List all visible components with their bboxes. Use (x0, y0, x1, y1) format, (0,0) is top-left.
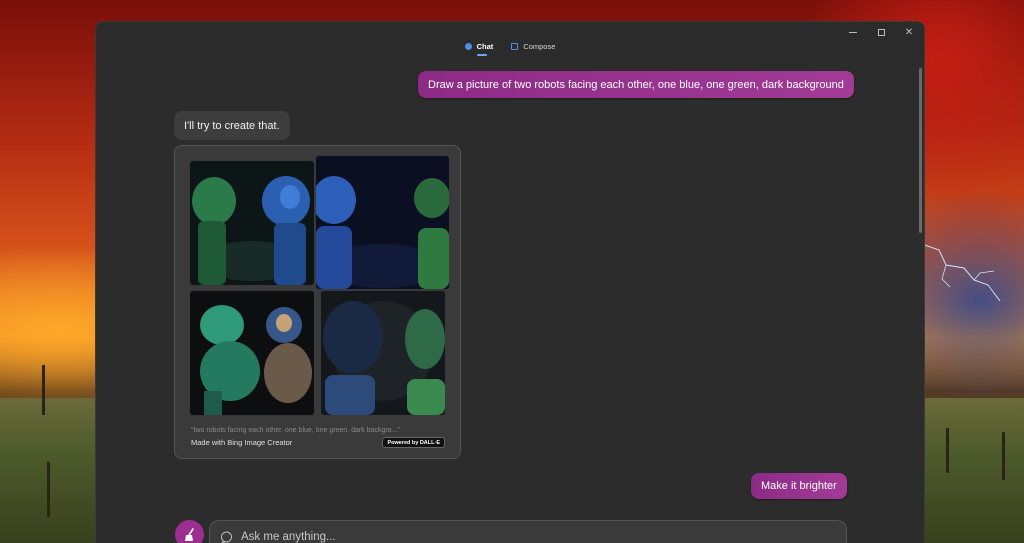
title-bar: Chat Compose ✕ (96, 22, 924, 62)
chat-input-box[interactable] (209, 520, 847, 543)
fence-post (47, 462, 50, 517)
minimize-icon (849, 31, 857, 33)
dalle-badge: Powered by DALL·E (382, 437, 445, 448)
fence-post (946, 428, 949, 473)
bot-message-bubble: I'll try to create that. (174, 111, 290, 140)
compose-icon (511, 43, 519, 50)
generated-image-3[interactable] (190, 291, 314, 415)
image-prompt-caption: "two robots facing each other, one blue,… (191, 427, 400, 434)
chat-input[interactable] (241, 531, 801, 543)
lightning-bolt-decoration (918, 242, 1001, 302)
maximize-button[interactable] (874, 25, 888, 39)
chat-scrollbar[interactable] (919, 68, 922, 233)
user-message-bubble: Draw a picture of two robots facing each… (418, 71, 854, 98)
generated-image-2[interactable] (316, 156, 449, 289)
copilot-window: Chat Compose ✕ Draw a picture of two rob… (95, 21, 925, 543)
window-controls: ✕ (846, 25, 916, 39)
new-topic-button[interactable] (175, 520, 204, 543)
generated-images-card: "two robots facing each other, one blue,… (174, 145, 461, 459)
bot-message-text: I'll try to create that. (184, 119, 280, 132)
tab-chat[interactable]: Chat (464, 42, 494, 56)
generated-image-1[interactable] (190, 161, 314, 285)
close-icon: ✕ (904, 26, 914, 38)
close-button[interactable]: ✕ (902, 25, 916, 39)
user-message-text-2: Make it brighter (761, 480, 837, 492)
generated-image-4[interactable] (321, 291, 445, 415)
tab-compose[interactable]: Compose (511, 42, 555, 55)
user-message-text: Draw a picture of two robots facing each… (428, 78, 844, 91)
fence-post (42, 365, 45, 415)
mode-tabs: Chat Compose (96, 42, 924, 56)
chat-icon (464, 43, 472, 50)
user-message-bubble-2: Make it brighter (751, 473, 847, 499)
minimize-button[interactable] (846, 25, 860, 39)
tab-compose-label: Compose (523, 42, 556, 51)
chat-bubble-icon (221, 531, 232, 543)
broom-icon (184, 527, 194, 541)
fence-post (1002, 432, 1005, 480)
image-creator-credit[interactable]: Made with Bing Image Creator (191, 438, 292, 447)
tab-chat-label: Chat (476, 42, 494, 51)
maximize-icon (877, 28, 885, 36)
